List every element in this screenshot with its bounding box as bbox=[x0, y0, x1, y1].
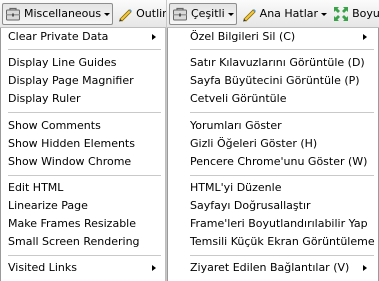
menu-item-show-hidden-elements[interactable]: Show Hidden Elements bbox=[8, 135, 135, 153]
menu-item-show-hidden-elements[interactable]: Gizli Öğeleri Göster (H) bbox=[190, 135, 317, 153]
submenu-arrow-icon bbox=[363, 34, 367, 40]
outline-menu-button[interactable]: Outline bbox=[115, 3, 166, 25]
outline-menu-button[interactable]: Ana Hatlar bbox=[239, 3, 329, 25]
miscellaneous-menu-button[interactable]: Miscellaneous bbox=[2, 2, 114, 25]
miscellaneous-label: Miscellaneous bbox=[24, 7, 102, 20]
menu-item-linearize-page[interactable]: Linearize Page bbox=[8, 197, 88, 215]
menu-item-small-screen-rendering[interactable]: Temsili Küçük Ekran Görüntüleme bbox=[190, 233, 375, 251]
resize-icon bbox=[333, 6, 349, 22]
menu-item-make-frames-resizable[interactable]: Frame'leri Boyutlandırılabilir Yap bbox=[190, 215, 368, 233]
menu-item-label: Visited Links bbox=[8, 261, 77, 274]
menu-separator bbox=[8, 112, 161, 113]
menu-item-label: Gizli Öğeleri Göster (H) bbox=[190, 137, 318, 150]
menu-item-label: Make Frames Resizable bbox=[8, 217, 136, 230]
toolbar: Çeşitli Ana Hatlar Boyu bbox=[167, 0, 379, 28]
menu-item-show-window-chrome[interactable]: Show Window Chrome bbox=[8, 153, 131, 171]
menu-item-display-ruler[interactable]: Cetveli Görüntüle bbox=[190, 90, 286, 108]
pencil-icon bbox=[117, 6, 133, 22]
menu-separator bbox=[8, 255, 161, 256]
submenu-arrow-icon bbox=[363, 265, 367, 271]
menu-separator bbox=[190, 255, 374, 256]
menu-item-edit-html[interactable]: HTML'yi Düzenle bbox=[190, 179, 281, 197]
menu-item-label: Frame'leri Boyutlandırılabilir Yap bbox=[190, 217, 368, 230]
resize-menu-button[interactable]: Boyutland bbox=[331, 3, 379, 25]
toolbar: Miscellaneous Outline bbox=[0, 0, 166, 28]
menu-item-display-line-guides[interactable]: Satır Kılavuzlarını Görüntüle (D) bbox=[190, 54, 365, 72]
menu-item-display-line-guides[interactable]: Display Line Guides bbox=[8, 54, 117, 72]
toolbox-icon bbox=[172, 6, 188, 22]
menu-separator bbox=[8, 49, 161, 50]
menu-item-visited-links[interactable]: Ziyaret Edilen Bağlantılar (V) bbox=[190, 259, 349, 277]
menu-item-linearize-page[interactable]: Sayfayı Doğrusallaştır bbox=[190, 197, 311, 215]
toolbox-icon bbox=[5, 6, 21, 22]
chevron-down-icon bbox=[104, 12, 111, 16]
menu-item-display-ruler[interactable]: Display Ruler bbox=[8, 90, 81, 108]
menu-item-label: Edit HTML bbox=[8, 181, 64, 194]
menu-item-label: Satır Kılavuzlarını Görüntüle (D) bbox=[190, 56, 365, 69]
pencil-icon bbox=[241, 6, 257, 22]
menu-item-label: Display Page Magnifier bbox=[8, 74, 134, 87]
menu-separator bbox=[190, 112, 374, 113]
miscellaneous-label: Çeşitli bbox=[191, 7, 225, 20]
english-panel: Miscellaneous Outline Clear Private Data… bbox=[0, 0, 166, 281]
menu-item-label: Display Line Guides bbox=[8, 56, 117, 69]
menu-item-label: Show Comments bbox=[8, 119, 101, 132]
menu-item-display-page-magnifier[interactable]: Sayfa Büyütecini Görüntüle (P) bbox=[190, 72, 360, 90]
chevron-down-icon bbox=[227, 12, 234, 16]
menu-item-edit-html[interactable]: Edit HTML bbox=[8, 179, 63, 197]
menu-item-label: Pencere Chrome'unu Göster (W) bbox=[190, 155, 368, 168]
menu-item-label: Cetveli Görüntüle bbox=[190, 92, 287, 105]
outline-label: Ana Hatlar bbox=[259, 7, 319, 20]
menu-item-clear-private-data[interactable]: Clear Private Data bbox=[8, 28, 108, 46]
menu-item-show-comments[interactable]: Show Comments bbox=[8, 117, 101, 135]
miscellaneous-menu-button[interactable]: Çeşitli bbox=[169, 2, 237, 25]
miscellaneous-dropdown-menu: Clear Private Data Display Line Guides D… bbox=[0, 28, 166, 281]
menu-item-label: Temsili Küçük Ekran Görüntüleme bbox=[190, 235, 375, 248]
menu-item-label: Sayfa Büyütecini Görüntüle (P) bbox=[190, 74, 360, 87]
menu-item-visited-links[interactable]: Visited Links bbox=[8, 259, 77, 277]
miscellaneous-dropdown-menu: Özel Bilgileri Sil (C) Satır Kılavuzları… bbox=[167, 28, 379, 281]
menu-item-show-comments[interactable]: Yorumları Göster bbox=[190, 117, 282, 135]
menu-item-label: Display Ruler bbox=[8, 92, 81, 105]
menu-item-show-window-chrome[interactable]: Pencere Chrome'unu Göster (W) bbox=[190, 153, 367, 171]
submenu-arrow-icon bbox=[152, 34, 156, 40]
menu-item-clear-private-data[interactable]: Özel Bilgileri Sil (C) bbox=[190, 28, 295, 46]
menu-item-small-screen-rendering[interactable]: Small Screen Rendering bbox=[8, 233, 140, 251]
menu-item-label: Small Screen Rendering bbox=[8, 235, 140, 248]
outline-label: Outline bbox=[136, 7, 166, 20]
submenu-arrow-icon bbox=[152, 265, 156, 271]
menu-separator bbox=[8, 175, 161, 176]
menu-item-display-page-magnifier[interactable]: Display Page Magnifier bbox=[8, 72, 134, 90]
chevron-down-icon bbox=[321, 12, 328, 16]
menu-separator bbox=[190, 175, 374, 176]
menu-item-make-frames-resizable[interactable]: Make Frames Resizable bbox=[8, 215, 136, 233]
menu-item-label: Show Hidden Elements bbox=[8, 137, 135, 150]
menu-item-label: Linearize Page bbox=[8, 199, 88, 212]
menu-item-label: Show Window Chrome bbox=[8, 155, 132, 168]
menu-item-label: Özel Bilgileri Sil (C) bbox=[190, 30, 296, 43]
menu-item-label: Yorumları Göster bbox=[190, 119, 282, 132]
resize-label: Boyutland bbox=[352, 7, 379, 20]
menu-item-label: Sayfayı Doğrusallaştır bbox=[190, 199, 311, 212]
menu-separator bbox=[190, 49, 374, 50]
menu-item-label: HTML'yi Düzenle bbox=[190, 181, 282, 194]
menu-item-label: Ziyaret Edilen Bağlantılar (V) bbox=[190, 261, 350, 274]
turkish-panel: Çeşitli Ana Hatlar Boyu Özel Bilgileri S… bbox=[167, 0, 379, 281]
menu-item-label: Clear Private Data bbox=[8, 30, 109, 43]
